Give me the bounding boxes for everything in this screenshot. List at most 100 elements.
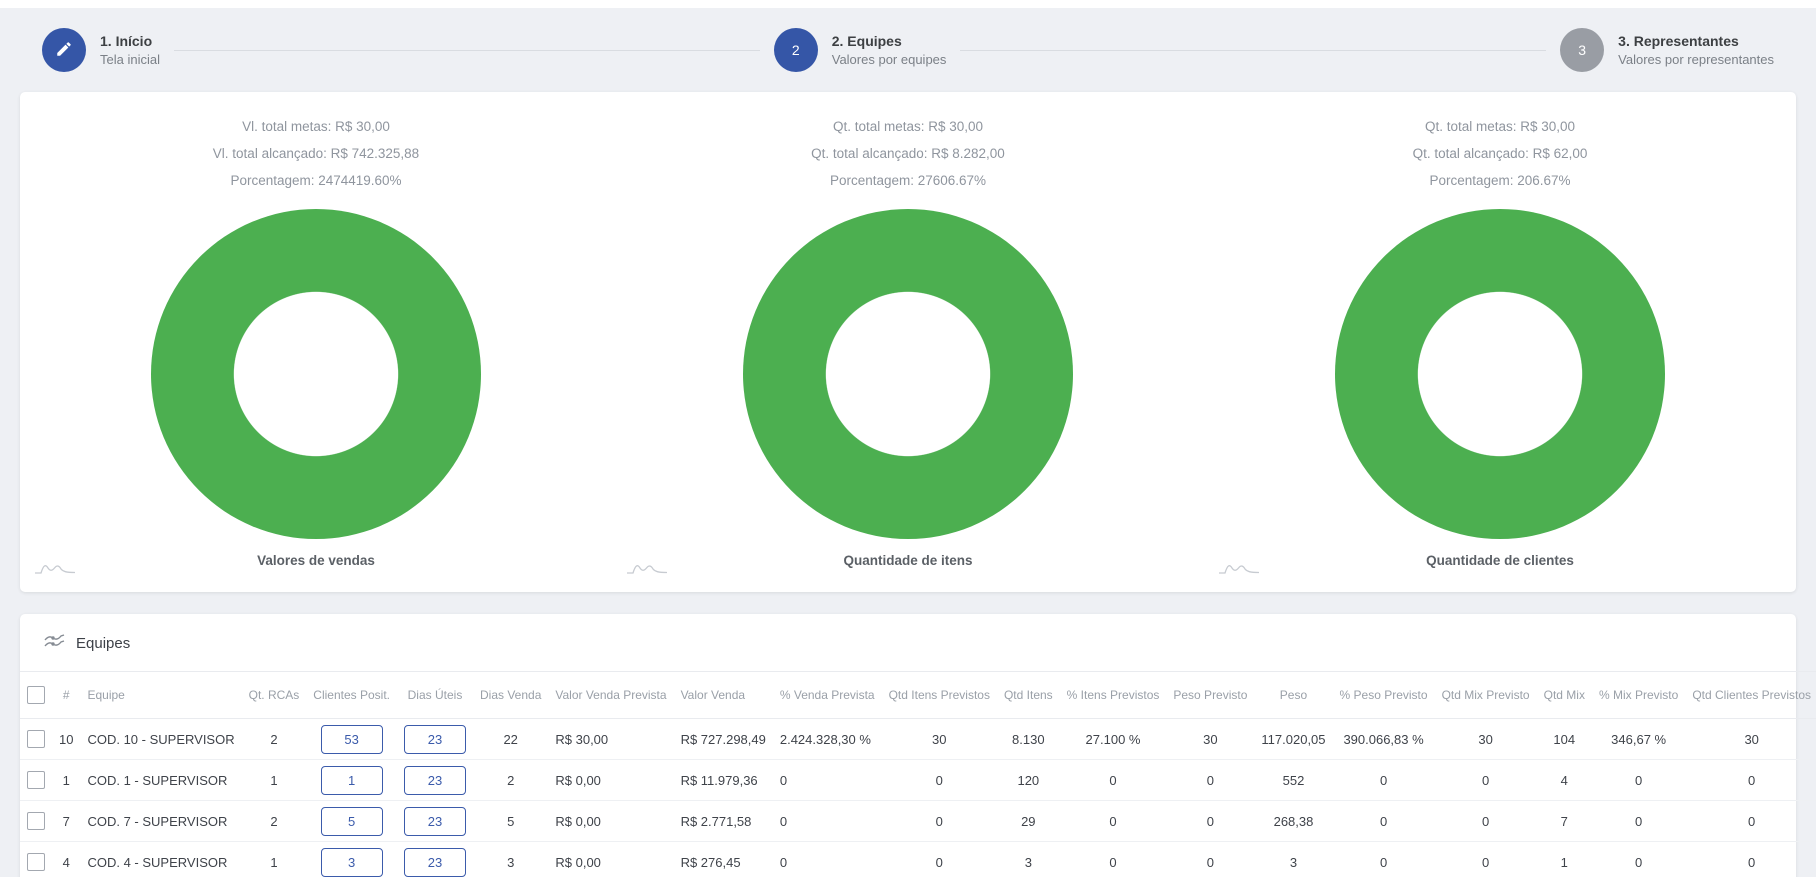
table-cell: R$ 0,00 [548,801,673,842]
step-connector [960,50,1546,51]
table-row: 4COD. 4 - SUPERVISOR13233R$ 0,00R$ 276,4… [20,842,1816,877]
row-checkbox[interactable] [27,812,45,830]
column-header: Qtd Mix [1537,672,1592,719]
table-cell: 30 [882,719,997,760]
chart-stat-line: Vl. total alcançado: R$ 742.325,88 [213,145,419,162]
donut-chart [1335,209,1665,539]
charts-card: Vl. total metas: R$ 30,00 Vl. total alca… [20,92,1796,592]
table-cell: 30 [1685,719,1816,760]
column-header: Qtd Itens Previstos [882,672,997,719]
column-header: Peso Previsto [1166,672,1254,719]
column-header: Equipe [80,672,241,719]
chart-stat-line: Qt. total metas: R$ 30,00 [833,118,983,135]
table-cell: 0 [1592,801,1685,842]
step-3-circle[interactable]: 3 [1560,28,1604,72]
table-cell: 23 [397,719,473,760]
column-header: Qtd Itens [997,672,1060,719]
sparkline-icon [1218,559,1260,580]
table-cell: 2 [242,801,307,842]
table-cell: 1 [242,842,307,877]
step-equipes[interactable]: 2 2. Equipes Valores por equipes [774,28,947,72]
table-cell: 0 [1060,801,1167,842]
row-checkbox[interactable] [27,730,45,748]
table-cell: 30 [1435,719,1537,760]
chart-title: Quantidade de clientes [1426,553,1574,568]
table-cell: 3 [997,842,1060,877]
table-cell: 0 [882,801,997,842]
equipes-table: #EquipeQt. RCAsClientes Posit.Dias Úteis… [20,671,1816,877]
table-row: 7COD. 7 - SUPERVISOR25235R$ 0,00R$ 2.771… [20,801,1816,842]
line-chart-icon [44,633,66,654]
table-cell: 7 [52,801,80,842]
step-2-title: 2. Equipes [832,33,947,49]
table-cell: 0 [1685,842,1816,877]
table-cell: 346,67 % [1592,719,1685,760]
table-cell: 5 [473,801,548,842]
value-box-button[interactable]: 5 [321,807,383,836]
table-cell: 0 [1333,842,1435,877]
table-cell: R$ 0,00 [548,842,673,877]
table-cell: 0 [1592,760,1685,801]
table-cell: 0 [1435,760,1537,801]
table-cell: 0 [773,842,882,877]
column-header: Qt. RCAs [242,672,307,719]
table-cell: COD. 10 - SUPERVISOR [80,719,241,760]
table-cell: 117.020,05 [1254,719,1332,760]
table-cell: 0 [1435,842,1537,877]
table-cell: 8.130 [997,719,1060,760]
chart-stat-line: Vl. total metas: R$ 30,00 [242,118,390,135]
table-cell: 2 [242,719,307,760]
table-cell: 552 [1254,760,1332,801]
table-cell: 0 [1333,801,1435,842]
table-cell: 0 [882,760,997,801]
value-box-button[interactable]: 53 [321,725,383,754]
column-header: # [52,672,80,719]
step-2-subtitle: Valores por equipes [832,52,947,67]
table-cell: COD. 7 - SUPERVISOR [80,801,241,842]
sparkline-icon [626,559,668,580]
value-box-button[interactable]: 23 [404,725,466,754]
step-1-title: 1. Início [100,33,160,49]
table-cell: 0 [1060,760,1167,801]
table-cell: 0 [1333,760,1435,801]
select-all-checkbox[interactable] [27,686,45,704]
value-box-button[interactable]: 23 [404,848,466,877]
donut-chart [151,209,481,539]
table-cell: 1 [52,760,80,801]
chart-quantidade-de-clientes: Qt. total metas: R$ 30,00 Qt. total alca… [1204,118,1796,582]
row-checkbox[interactable] [27,771,45,789]
step-1-circle[interactable] [42,28,86,72]
column-header: Dias Úteis [397,672,473,719]
table-cell: 0 [773,801,882,842]
table-cell: 0 [1685,760,1816,801]
table-header-row: #EquipeQt. RCAsClientes Posit.Dias Úteis… [20,672,1816,719]
column-header: Valor Venda [674,672,773,719]
chart-stat-line: Porcentagem: 2474419.60% [230,172,401,189]
chart-stat-line: Porcentagem: 206.67% [1429,172,1570,189]
table-cell: R$ 2.771,58 [674,801,773,842]
step-2-circle[interactable]: 2 [774,28,818,72]
table-cell: 29 [997,801,1060,842]
value-box-button[interactable]: 3 [321,848,383,877]
table-row: 10COD. 10 - SUPERVISOR2532322R$ 30,00R$ … [20,719,1816,760]
pencil-icon [55,40,73,61]
value-box-button[interactable]: 1 [321,766,383,795]
table-cell: 23 [397,842,473,877]
table-cell: 53 [306,719,397,760]
table-cell: 0 [1685,801,1816,842]
chart-valores-de-vendas: Vl. total metas: R$ 30,00 Vl. total alca… [20,118,612,582]
step-inicio[interactable]: 1. Início Tela inicial [42,28,160,72]
row-checkbox[interactable] [27,853,45,871]
step-representantes[interactable]: 3 3. Representantes Valores por represen… [1560,28,1774,72]
table-cell: 23 [397,801,473,842]
column-header: Clientes Posit. [306,672,397,719]
chart-title: Valores de vendas [257,553,375,568]
table-cell: R$ 0,00 [548,760,673,801]
table-cell: 4 [52,842,80,877]
table-cell: 30 [1166,719,1254,760]
step-3-subtitle: Valores por representantes [1618,52,1774,67]
table-cell: 104 [1537,719,1592,760]
top-strip [0,0,1816,8]
value-box-button[interactable]: 23 [404,807,466,836]
value-box-button[interactable]: 23 [404,766,466,795]
